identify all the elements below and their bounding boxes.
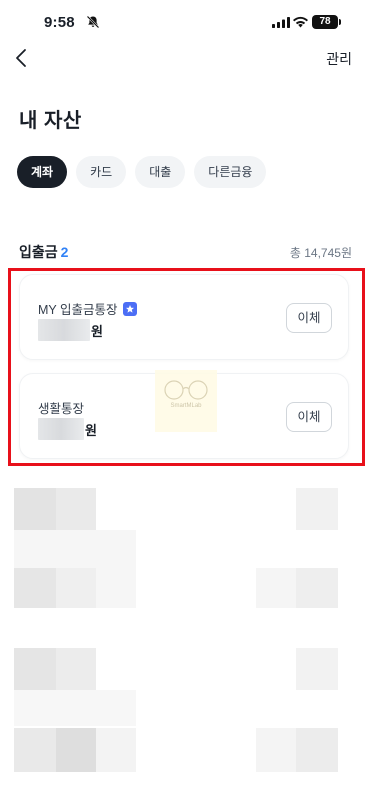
- asset-tabs: 계좌 카드 대출 다른금융: [17, 156, 267, 188]
- section-title: 입출금: [19, 244, 58, 260]
- tab-loan[interactable]: 대출: [135, 156, 186, 188]
- status-time: 9:58: [44, 14, 75, 31]
- total-balance: 총 14,745원: [289, 246, 352, 260]
- highlight-box: [8, 268, 365, 466]
- battery-indicator: 78: [312, 15, 341, 29]
- bell-off-icon: [86, 15, 100, 29]
- back-chevron-icon[interactable]: [12, 46, 32, 70]
- manage-button[interactable]: 관리: [326, 49, 352, 69]
- blurred-content: [0, 478, 371, 800]
- section-count: 2: [60, 244, 69, 260]
- section-header: 입출금 2 총 14,745원: [19, 242, 352, 264]
- tab-other-finance[interactable]: 다른금융: [194, 156, 267, 188]
- tab-account[interactable]: 계좌: [17, 156, 68, 188]
- top-nav: 관리: [0, 40, 371, 76]
- tab-card[interactable]: 카드: [76, 156, 127, 188]
- cellular-signal-icon: [272, 17, 290, 28]
- wifi-icon: [293, 16, 308, 28]
- page-title: 내 자산: [19, 110, 82, 132]
